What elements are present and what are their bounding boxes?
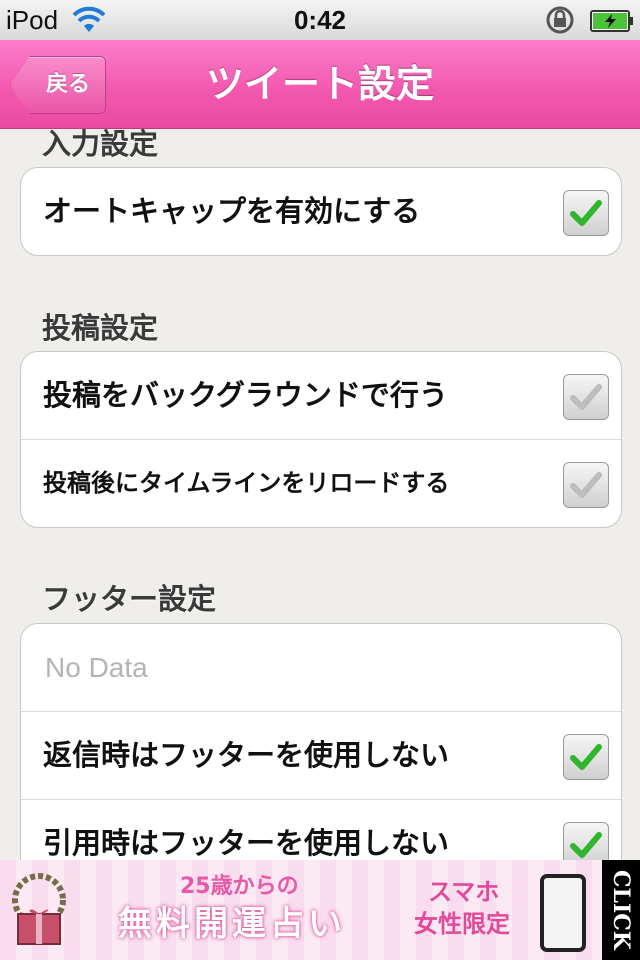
status-bar: iPod 0:42: [0, 0, 640, 41]
checkbox-autocap[interactable]: [563, 190, 609, 236]
checkmark-icon: [570, 472, 602, 498]
smartphone-icon: [540, 874, 586, 952]
toggle-row-reply-footer[interactable]: 返信時はフッターを使用しない: [21, 711, 621, 799]
toggle-row-background-post[interactable]: 投稿をバックグラウンドで行う: [21, 352, 621, 439]
checkbox-reply-footer[interactable]: [563, 734, 609, 780]
back-button[interactable]: 戻る: [10, 56, 106, 114]
checkmark-icon: [570, 832, 602, 858]
toggle-row-quote-footer[interactable]: 引用時はフッターを使用しない: [21, 799, 621, 860]
ad-headline: 無料開運占い: [118, 904, 346, 944]
row-label: 投稿をバックグラウンドで行う: [43, 378, 448, 412]
wreath-gift-icon: [12, 873, 66, 945]
row-label: 返信時はフッターを使用しない: [43, 738, 450, 772]
toggle-row-reload-timeline[interactable]: 投稿後にタイムラインをリロードする: [21, 439, 621, 527]
row-label: 投稿後にタイムラインをリロードする: [43, 469, 450, 497]
footer-placeholder: No Data: [45, 652, 148, 683]
checkmark-icon: [570, 384, 602, 410]
group-post: 投稿をバックグラウンドで行う 投稿後にタイムラインをリロードする: [20, 351, 622, 528]
checkbox-background-post[interactable]: [563, 374, 609, 420]
section-title-footer: フッター設定: [42, 582, 217, 616]
checkbox-reload-timeline[interactable]: [563, 462, 609, 508]
rotation-lock-icon: [544, 5, 576, 40]
toggle-row-autocap[interactable]: オートキャップを有効にする: [21, 168, 621, 255]
group-input: オートキャップを有効にする: [20, 167, 622, 256]
navigation-bar: 戻る ツイート設定: [0, 40, 640, 129]
battery-icon: [590, 10, 634, 37]
section-title-post: 投稿設定: [42, 311, 159, 345]
back-button-label: 戻る: [45, 72, 90, 97]
row-label: 引用時はフッターを使用しない: [43, 826, 450, 860]
ad-click-button[interactable]: CLICK: [602, 860, 640, 960]
footer-text-row[interactable]: No Data: [21, 624, 621, 711]
ad-tag-women: 女性限定: [414, 910, 510, 938]
ad-banner[interactable]: 25歳からの 無料開運占い スマホ 女性限定 CLICK: [0, 860, 640, 960]
section-title-input: 入力設定: [42, 129, 159, 161]
checkmark-icon: [570, 200, 602, 226]
row-label: オートキャップを有効にする: [43, 194, 421, 228]
group-footer: No Data 返信時はフッターを使用しない 引用時はフッターを使用しない: [20, 623, 622, 860]
settings-list[interactable]: 入力設定 オートキャップを有効にする 投稿設定 投稿をバックグラウンドで行う 投…: [0, 129, 640, 860]
ad-tag-smartphone: スマホ: [428, 878, 500, 906]
checkbox-quote-footer[interactable]: [563, 822, 609, 860]
page-title: ツイート設定: [205, 62, 434, 106]
checkmark-icon: [570, 744, 602, 770]
